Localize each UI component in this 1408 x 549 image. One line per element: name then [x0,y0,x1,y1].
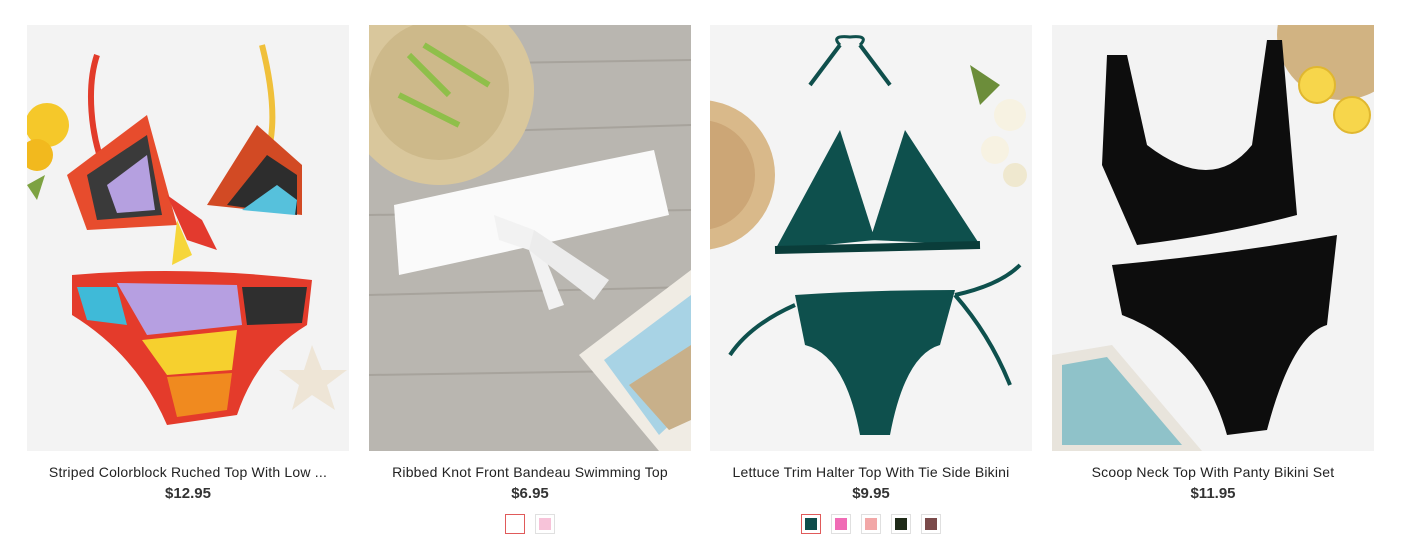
product-price: $11.95 [1190,485,1236,502]
product-title[interactable]: Striped Colorblock Ruched Top With Low .… [27,464,349,480]
swatch-dark-olive[interactable] [891,514,911,534]
black-bikini-photo-icon [1052,25,1374,451]
swatch-fill [865,518,877,530]
swatch-dark-green[interactable] [801,514,821,534]
product-title[interactable]: Scoop Neck Top With Panty Bikini Set [1052,464,1374,480]
product-title[interactable]: Lettuce Trim Halter Top With Tie Side Bi… [710,464,1032,480]
product-card[interactable]: Scoop Neck Top With Panty Bikini Set $11… [1052,25,1374,502]
swatch-pink[interactable] [535,514,555,534]
product-card[interactable]: Lettuce Trim Halter Top With Tie Side Bi… [710,25,1032,534]
swatch-fill [805,518,817,530]
swatch-fill [835,518,847,530]
swatch-light-pink[interactable] [861,514,881,534]
product-card[interactable]: Ribbed Knot Front Bandeau Swimming Top $… [369,25,691,534]
green-halter-bikini-photo-icon [710,25,1032,451]
product-price: $12.95 [165,485,211,502]
swatch-brown[interactable] [921,514,941,534]
product-image[interactable] [369,25,691,451]
swatch-fill [509,518,521,530]
swatch-fill [895,518,907,530]
swatch-white[interactable] [505,514,525,534]
swatch-fill [925,518,937,530]
product-image[interactable] [27,25,349,451]
product-price: $9.95 [852,485,890,502]
color-swatches [710,514,1032,534]
swatch-hot-pink[interactable] [831,514,851,534]
product-grid: Striped Colorblock Ruched Top With Low .… [0,0,1408,549]
product-price: $6.95 [511,485,549,502]
product-image[interactable] [1052,25,1374,451]
product-image[interactable] [710,25,1032,451]
product-title[interactable]: Ribbed Knot Front Bandeau Swimming Top [369,464,691,480]
product-card[interactable]: Striped Colorblock Ruched Top With Low .… [27,25,349,502]
color-swatches [369,514,691,534]
striped-bikini-photo-icon [27,25,349,451]
white-bandeau-photo-icon [369,25,691,451]
swatch-fill [539,518,551,530]
